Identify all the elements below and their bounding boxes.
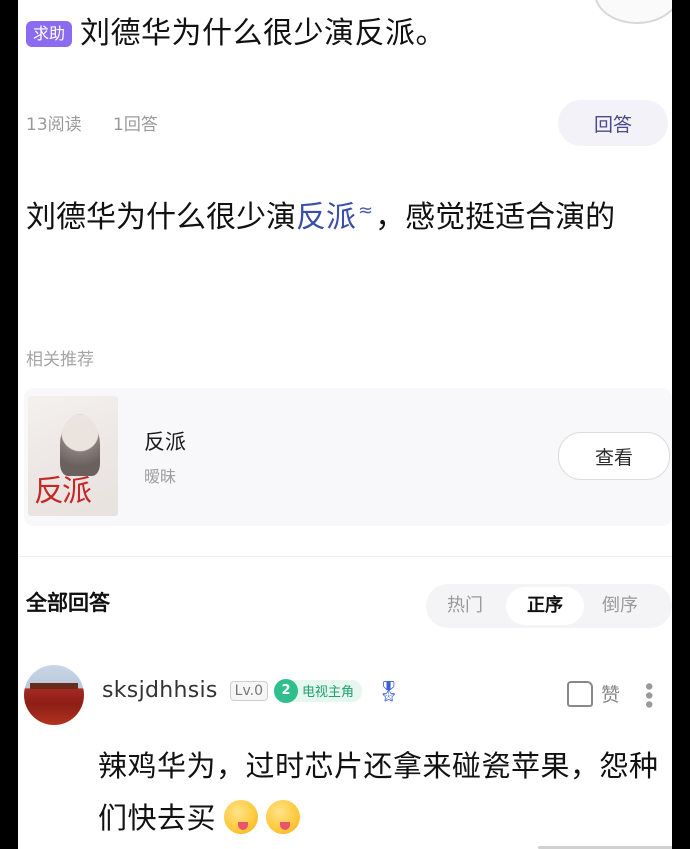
tab-descending[interactable]: 倒序: [586, 587, 672, 625]
corner-avatar[interactable]: [594, 0, 672, 24]
question-body-prefix: 刘德华为什么很少演: [26, 200, 296, 235]
tab-ascending[interactable]: 正序: [506, 587, 584, 625]
answer-text: 辣鸡华为，过时芯片还拿来碰瓷苹果，怨种们快去买: [98, 749, 659, 835]
answer-text-block: 辣鸡华为，过时芯片还拿来碰瓷苹果，怨种们快去买: [98, 740, 668, 844]
related-title[interactable]: 反派: [144, 426, 186, 456]
tab-hot[interactable]: 热门: [426, 587, 504, 625]
read-count: 13阅读: [26, 115, 82, 135]
question-body: 刘德华为什么很少演反派 ≈，感觉挺适合演的: [26, 184, 666, 245]
keyword-link[interactable]: 反派: [296, 200, 356, 235]
related-label: 相关推荐: [26, 350, 94, 370]
level-badge: Lv.0: [229, 680, 269, 701]
answer-user-row: sksjdhhsis Lv.0 2 电视主角 🎖: [102, 678, 401, 703]
all-answers-title: 全部回答: [26, 591, 110, 615]
more-icon[interactable]: •••: [635, 680, 660, 707]
help-tag: 求助: [26, 21, 73, 47]
question-body-suffix: ，感觉挺适合演的: [375, 200, 616, 235]
medal-icon: 🎖: [376, 678, 402, 703]
emoji-icon: [224, 800, 259, 834]
question-title: 求助 刘德华为什么很少演反派。: [26, 14, 446, 54]
avatar-roof: [30, 683, 78, 689]
username[interactable]: sksjdhhsis: [102, 678, 218, 703]
related-card[interactable]: 反派 反派 暧昧 查看: [24, 388, 672, 526]
answer-count: 1回答: [113, 115, 158, 135]
book-cover[interactable]: 反派: [28, 396, 118, 516]
divider: [18, 556, 672, 557]
question-title-text: 刘德华为什么很少演反派。: [80, 16, 447, 51]
like-label: 赞: [600, 684, 620, 706]
emoji-icon: [266, 800, 301, 834]
related-subtitle: 暧昧: [144, 467, 177, 486]
answer-button[interactable]: 回答: [558, 100, 668, 146]
sort-tabs: 热门 正序 倒序: [426, 584, 672, 628]
title-badge: 2 电视主角: [274, 678, 363, 703]
cover-title: 反派: [34, 474, 92, 509]
thumbs-up-icon: [566, 680, 593, 707]
like-button[interactable]: 赞: [566, 680, 620, 707]
avatar[interactable]: [24, 665, 84, 725]
badge-number: 2: [274, 678, 299, 703]
question-meta: 13阅读 1回答: [26, 110, 184, 135]
link-icon[interactable]: ≈: [358, 200, 373, 221]
screen: 求助 刘德华为什么很少演反派。 13阅读 1回答 回答 刘德华为什么很少演反派 ≈…: [18, 0, 672, 849]
view-button[interactable]: 查看: [558, 432, 670, 480]
badge-text: 电视主角: [302, 685, 355, 700]
